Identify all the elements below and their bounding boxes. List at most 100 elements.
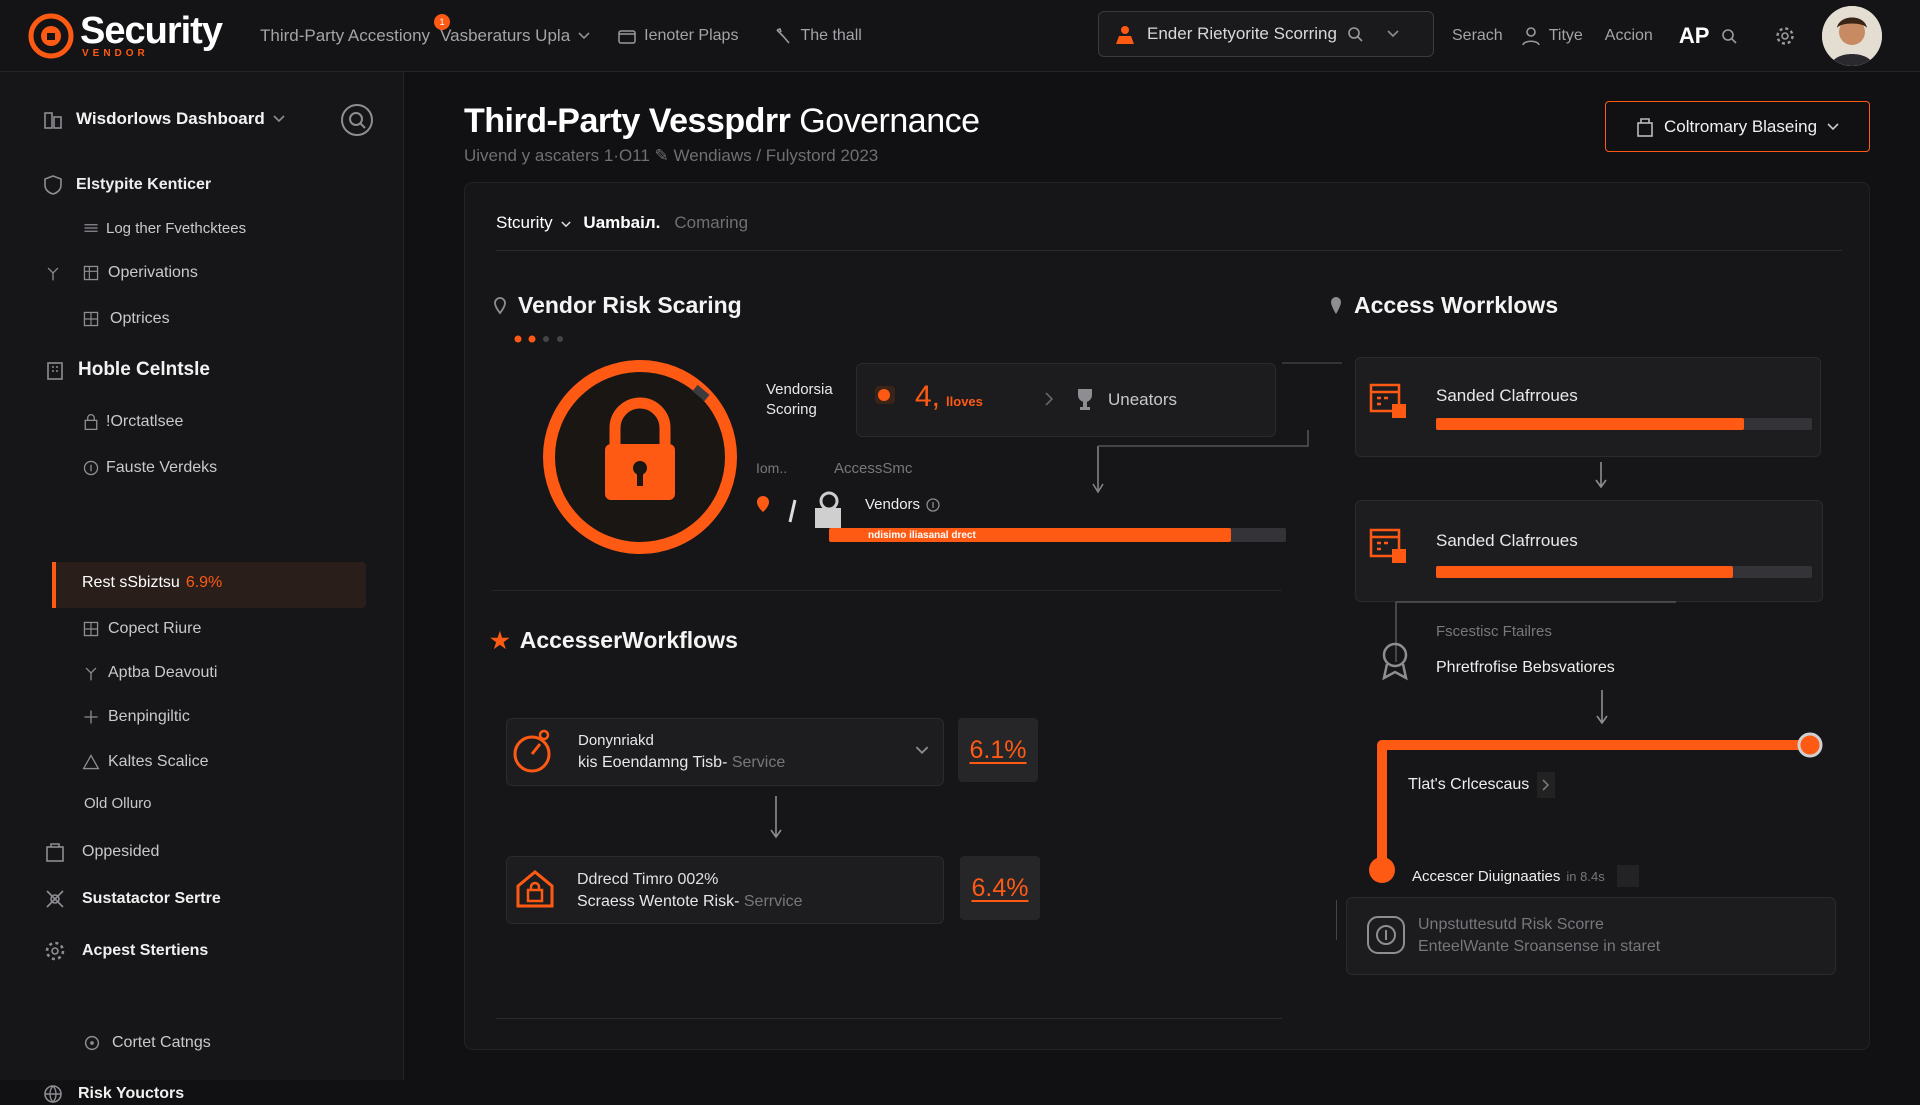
blaseing-dropdown-button[interactable]: Coltromary Blaseing: [1605, 101, 1870, 152]
calendar-lock-icon: [1369, 528, 1406, 563]
chevron-down-icon: [578, 31, 590, 39]
sidebar-item-old-label: Old Olluro: [84, 795, 152, 812]
chevron-down-icon: [1827, 122, 1839, 130]
shield-icon: [44, 175, 62, 195]
gear-icon[interactable]: [1775, 26, 1795, 46]
settings-icon: [84, 1035, 100, 1051]
pin-icon: [85, 667, 97, 681]
diagnostics-row[interactable]: Accescer Diuignaaties in 8.4s: [1412, 865, 1639, 887]
workflow-item-1[interactable]: [506, 718, 944, 786]
avatar[interactable]: [1822, 6, 1882, 66]
sidebar-item-old[interactable]: Old Olluro: [84, 795, 152, 812]
risk-score-unit: llovеs: [946, 394, 983, 409]
brand-name: Security: [80, 10, 223, 52]
sidebar-item-acpest[interactable]: Acpest Stertiens: [44, 940, 208, 962]
sidebar-item-kaltes-label: Kaltes Scalice: [108, 753, 209, 770]
vendor-risk-title-text: Vendor Risk Scaring: [518, 292, 742, 318]
sidebar-item-rest-active[interactable]: Rest sSbiztsu 6.9%: [82, 574, 222, 592]
vendors-label[interactable]: Vendors: [865, 496, 940, 513]
sidebar-section-celntsle-label: Hoble Celntsle: [78, 359, 210, 380]
risk-lock-gauge: [543, 360, 737, 554]
tlats-link[interactable]: Tlat's Crlcescaus: [1408, 772, 1556, 798]
workflow-item-2[interactable]: [506, 856, 944, 924]
blaseing-button-label: Coltromary Blaseing: [1663, 116, 1818, 136]
sidebar-item-benpingiltic[interactable]: Benpingiltic: [82, 706, 190, 728]
search-circle-icon[interactable]: [340, 103, 374, 137]
user-icon[interactable]: [1521, 26, 1541, 46]
sidebar-item-cortet-label: Cortet Catngs: [112, 1034, 211, 1051]
table-icon: [83, 311, 99, 327]
tab-comaring[interactable]: Comaring: [674, 213, 748, 233]
sidebar-item-rest-label: Rest sSbiztsu: [82, 574, 180, 591]
shield-check-icon: [1367, 916, 1405, 954]
page-title-bold: Third-Party Vesspdrr: [464, 102, 791, 140]
sidebar-item-optrices[interactable]: Optrices: [82, 308, 170, 330]
workflow-item-2-service: Serrvice: [743, 893, 803, 910]
lock-house-icon: [516, 870, 554, 908]
lock-icon: [84, 414, 98, 431]
uneators-label[interactable]: Uneators: [1108, 390, 1177, 410]
list-icon: [84, 224, 98, 232]
sidebar-item-orctatlsee[interactable]: !Orctatlsee: [82, 411, 183, 433]
sidebar-item-cortet[interactable]: Cortet Catngs: [82, 1032, 211, 1054]
nav-item-plaps-label: Ienoter Plaps: [644, 26, 739, 44]
bottom-divider: [496, 1018, 1282, 1019]
sidebar-item-operivations[interactable]: Operivations: [44, 262, 198, 284]
diagnostics-badge: [1616, 865, 1639, 887]
gauge-knob[interactable]: [1796, 731, 1824, 759]
risk-clock-icon: [513, 729, 551, 773]
access-card-2[interactable]: [1355, 500, 1823, 602]
alert-user-icon: [1116, 26, 1134, 44]
workflow-item-1-service: Service: [731, 754, 786, 771]
access-label: AccessSmc: [834, 460, 913, 477]
sidebar-item-sustatactor[interactable]: Sustatactor Sertre: [44, 888, 221, 910]
tab-security[interactable]: Stcurity: [496, 213, 572, 233]
sidebar-item-log[interactable]: Log ther Fvethcktees: [82, 217, 246, 239]
accesser-workflows-title: ★ AccesserWorkflows: [490, 627, 738, 654]
search-link[interactable]: Serach: [1452, 27, 1503, 45]
sidebar-item-kaltes[interactable]: Kaltes Scalice: [82, 751, 209, 773]
sidebar-item-aptba-label: Aptba Deavouti: [108, 664, 218, 681]
nav-item-plaps[interactable]: Ienoter Plaps: [618, 27, 738, 45]
sidebar-item-copect[interactable]: Copect Riure: [82, 618, 201, 640]
trophy-icon: [1078, 389, 1092, 410]
type-link[interactable]: Titye: [1549, 27, 1583, 45]
sidebar-item-optrices-label: Optrices: [110, 310, 170, 327]
nav-item-third-party[interactable]: Third-Party Accestiony 1: [260, 13, 451, 46]
diagnostics-label: Accescer Diuignaaties: [1412, 867, 1561, 885]
nav-item-vasberaturs[interactable]: Vasberaturs Uplа: [440, 26, 590, 46]
globe-icon: [44, 1085, 62, 1103]
sidebar-section-celntsle[interactable]: Hoble Celntsle: [44, 359, 210, 381]
sidebar-item-copect-label: Copect Riure: [108, 620, 202, 637]
access-card-1-label: Sanded Clafrroues: [1436, 386, 1578, 405]
arrow-down-icon: [770, 796, 782, 839]
faestic-value: Phretfrofise Bebsvatiores: [1436, 659, 1615, 676]
ai-badge[interactable]: AP: [1679, 23, 1710, 49]
sidebar-item-oppesided[interactable]: Oppesided: [44, 841, 159, 863]
action-link[interactable]: Accion: [1605, 27, 1653, 45]
sidebar-item-fauste[interactable]: Fauste Verdeks: [82, 457, 217, 479]
sidebar-item-aptba[interactable]: Aptba Deavouti: [82, 662, 217, 684]
workflow-item-1-value: 6.1%: [958, 718, 1038, 782]
nav-item-thall[interactable]: The thall: [774, 27, 862, 45]
chevron-down-icon[interactable]: [915, 746, 929, 755]
building-icon: [47, 362, 63, 380]
sidebar-section-kenticer[interactable]: Elstypite Kenticer: [42, 174, 211, 196]
sidebar-dashboard-selector[interactable]: Wisdorlows Dashboard: [42, 108, 285, 130]
access-card-2-track: [1436, 566, 1812, 578]
sidebar-item-risk-youctors[interactable]: Risk Youctors: [42, 1083, 184, 1105]
access-card-1[interactable]: [1355, 357, 1821, 457]
score-divider: [1282, 362, 1342, 364]
gear-icon: [45, 941, 65, 961]
chevron-down-icon: [273, 115, 285, 123]
table-icon: [83, 621, 99, 637]
scoring-search-text: Ender Rietyorite Scorring: [1147, 24, 1337, 43]
search-icon[interactable]: [1721, 28, 1737, 44]
workflow-item-1-desc-text: kis Eoendamng Tisb-: [578, 754, 728, 771]
sidebar: Wisdorlows Dashboard Elstypite Kenticer …: [0, 72, 404, 1103]
workflow-connector-diagram: [1369, 601, 1804, 883]
scoring-search-box[interactable]: Ender Rietyorite Scorring: [1098, 11, 1434, 57]
tab-uambail[interactable]: Uambaiл.: [583, 213, 660, 233]
risk-score-footer-line1: Unpstutteѕutd Risk Scorre: [1418, 916, 1604, 933]
brand-logo[interactable]: Security VENDOR: [28, 12, 240, 59]
